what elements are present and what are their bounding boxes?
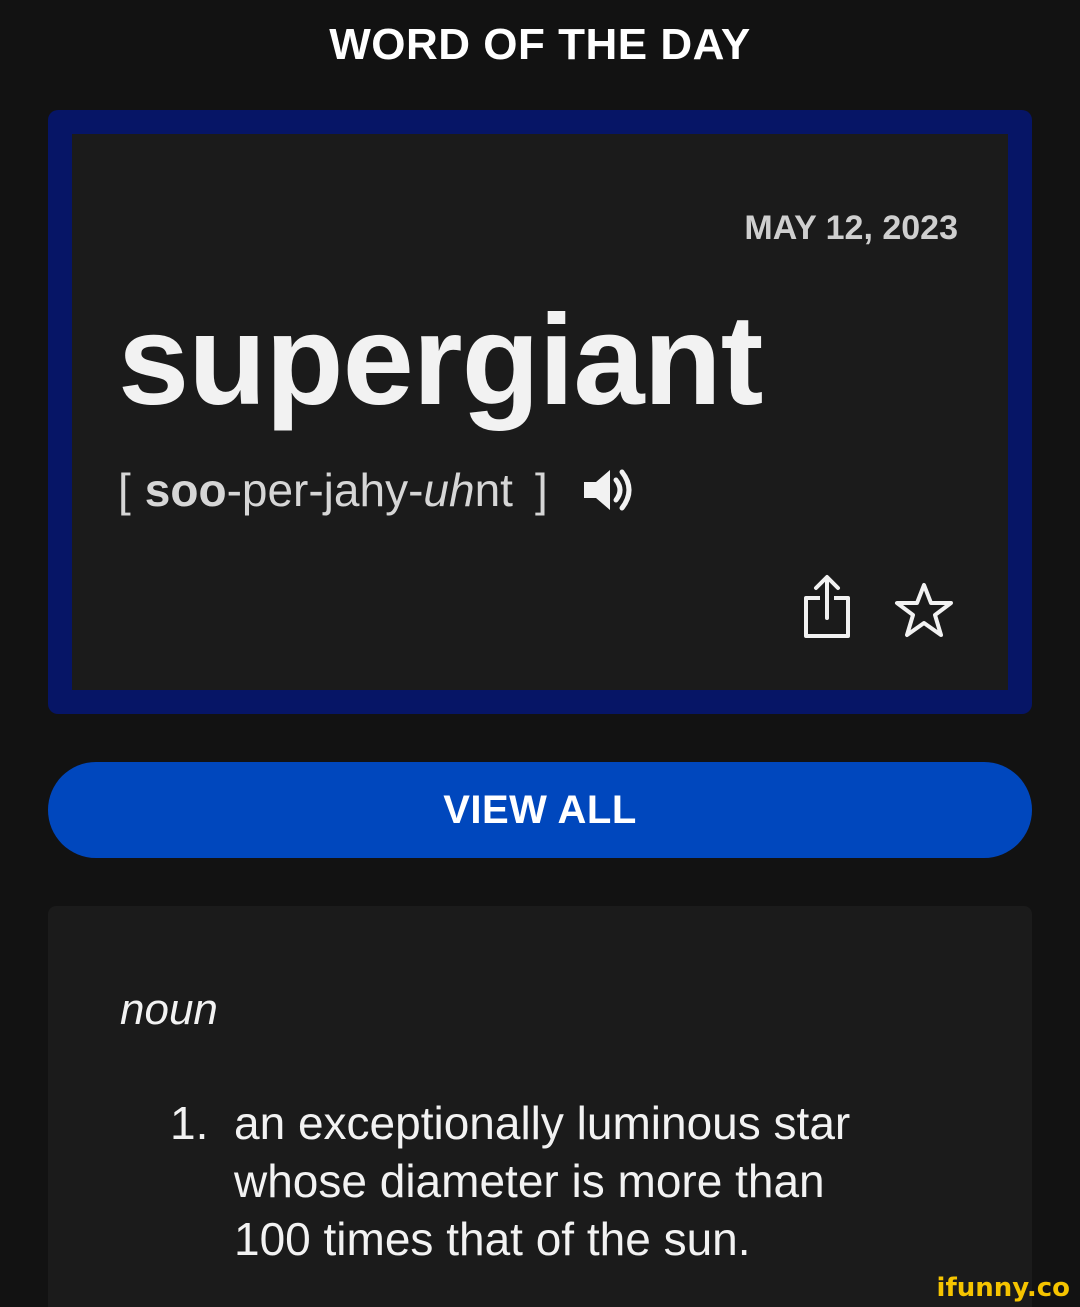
page-title: WORD OF THE DAY [329, 20, 751, 69]
share-icon[interactable] [802, 574, 852, 638]
part-of-speech: noun [120, 985, 218, 1034]
date-label: MAY 12, 2023 [744, 209, 958, 247]
pronunciation-open-bracket: [ [118, 464, 131, 516]
definition-text: an exceptionally luminous star whose dia… [234, 1097, 851, 1265]
word-of-the-day-card: MAY 12, 2023 supergiant [ soo -per-jahy-… [48, 110, 1032, 714]
watermark-logo: ifunny.co [936, 1273, 1070, 1303]
pronunciation-close-bracket: ] [534, 464, 548, 516]
speaker-icon[interactable] [582, 466, 638, 514]
star-icon[interactable] [894, 582, 954, 638]
definition-card: noun 1. an exceptionally luminous star w… [48, 906, 1032, 1307]
definition-item: 1. an exceptionally luminous star whose … [170, 1094, 910, 1268]
pronunciation: [ soo -per-jahy- uh nt ] [118, 462, 638, 518]
pronunciation-italic: uh [423, 464, 475, 516]
view-all-button[interactable]: VIEW ALL [48, 762, 1032, 858]
word-card-inner: MAY 12, 2023 supergiant [ soo -per-jahy-… [72, 134, 1008, 690]
pronunciation-stressed: soo [144, 464, 227, 516]
pronunciation-middle: -per-jahy- [226, 464, 424, 516]
word-headline: supergiant [118, 289, 763, 432]
pronunciation-end: nt [474, 464, 513, 516]
definition-number: 1. [170, 1097, 209, 1149]
